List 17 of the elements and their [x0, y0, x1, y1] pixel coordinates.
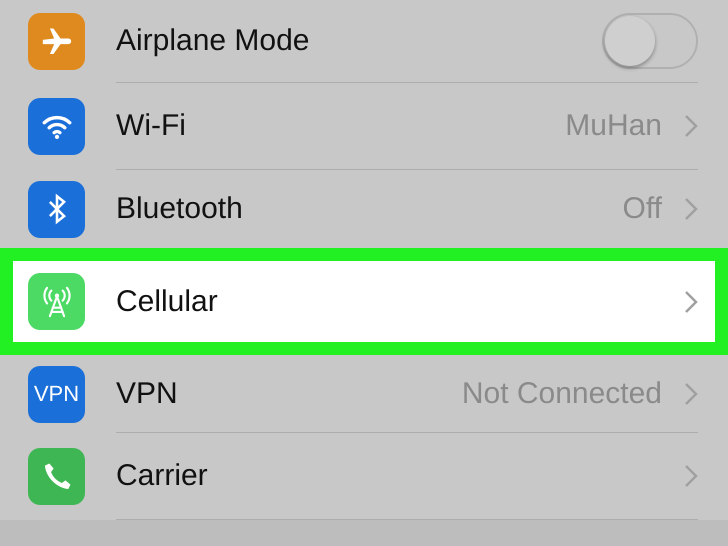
- settings-row[interactable]: Cellular: [0, 248, 728, 355]
- chevron-icon: [684, 464, 698, 488]
- vpn-icon-label: VPN: [34, 381, 80, 407]
- setting-value: MuHan: [565, 109, 662, 143]
- toggle-switch[interactable]: [602, 13, 698, 69]
- chevron-icon: [684, 290, 698, 314]
- setting-value: Off: [622, 192, 662, 226]
- setting-label: Bluetooth: [116, 192, 244, 226]
- chevron-icon: [684, 382, 698, 406]
- setting-label: Cellular: [116, 284, 219, 318]
- chevron-icon: [684, 114, 698, 138]
- setting-label: Airplane Mode: [116, 24, 310, 58]
- setting-label: VPN: [116, 376, 179, 410]
- chevron-icon: [684, 197, 698, 221]
- setting-label: Wi-Fi: [116, 109, 187, 143]
- setting-value: Not Connected: [462, 376, 662, 410]
- setting-label: Carrier: [116, 459, 209, 493]
